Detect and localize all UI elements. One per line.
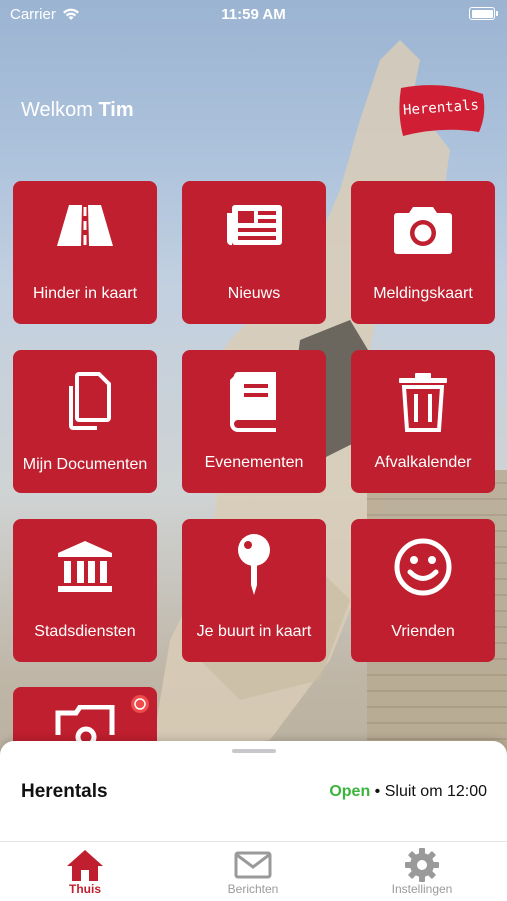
tile-vrienden[interactable]: Vrienden [351, 519, 495, 662]
tile-label: Mijn Documenten [22, 456, 148, 473]
book-icon [230, 372, 276, 432]
road-icon [57, 205, 113, 246]
gear-icon [405, 848, 439, 882]
tile-label: Nieuws [227, 285, 281, 302]
map-pin-icon [238, 534, 270, 595]
mail-icon [234, 851, 272, 879]
tab-instellingen[interactable]: Instellingen [362, 848, 482, 896]
sheet-title: Herentals [21, 781, 108, 802]
tile-label: Hinder in kaart [32, 285, 138, 302]
badge-icon [131, 695, 149, 713]
tile-label: Je buurt in kaart [196, 623, 312, 640]
tile-mijn-documenten[interactable]: Mijn Documenten [13, 350, 157, 493]
tile-stadsdiensten[interactable]: Stadsdiensten [13, 519, 157, 662]
tile-je-buurt-in-kaart[interactable]: Je buurt in kaart [182, 519, 326, 662]
status-bar: Carrier 11:59 AM [0, 0, 507, 30]
tile-label: Stadsdiensten [34, 623, 136, 640]
location-sheet[interactable]: Herentals Open • Sluit om 12:00 [0, 741, 507, 841]
newspaper-icon [226, 205, 282, 246]
tile-label: Afvalkalender [374, 454, 472, 471]
user-name: Tim [98, 99, 134, 121]
welcome-text: Welkom [21, 99, 93, 121]
open-status: Open [329, 783, 371, 800]
tile-evenementen[interactable]: Evenementen [182, 350, 326, 493]
building-icon [58, 541, 112, 592]
tab-berichten[interactable]: Berichten [193, 848, 313, 896]
tab-bar: Thuis Berichten Instellingen [0, 841, 507, 901]
trash-icon [399, 373, 447, 432]
welcome-greeting: Welkom Tim [21, 99, 134, 122]
tile-label: Meldingskaart [373, 285, 473, 302]
tab-label: Instellingen [391, 882, 453, 896]
opening-hours: Open • Sluit om 12:00 [329, 783, 487, 801]
battery-icon [469, 7, 498, 20]
tab-label: Thuis [69, 882, 101, 896]
clock: 11:59 AM [221, 6, 286, 23]
tab-label: Berichten [227, 882, 279, 896]
documents-icon [69, 372, 111, 430]
tab-thuis[interactable]: Thuis [25, 848, 145, 896]
tile-label: Vrienden [391, 623, 455, 640]
tile-meldingskaart[interactable]: Meldingskaart [351, 181, 495, 324]
tile-nieuws[interactable]: Nieuws [182, 181, 326, 324]
tile-afvalkalender[interactable]: Afvalkalender [351, 350, 495, 493]
photo-icon [55, 705, 115, 745]
camera-icon [394, 207, 452, 254]
home-icon [67, 850, 103, 881]
tile-label: Evenementen [204, 454, 304, 471]
closing-time: • Sluit om 12:00 [374, 783, 487, 800]
smiley-icon [394, 538, 452, 596]
tile-hinder-in-kaart[interactable]: Hinder in kaart [13, 181, 157, 324]
sheet-grabber[interactable] [232, 749, 276, 753]
